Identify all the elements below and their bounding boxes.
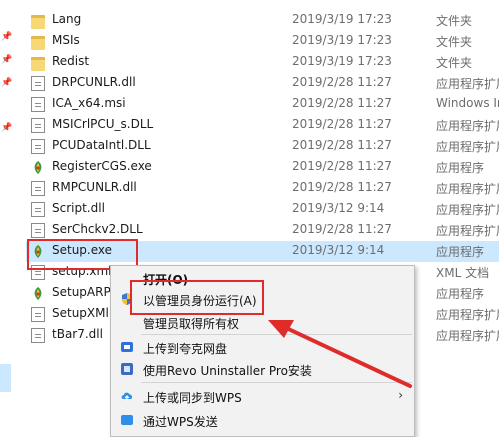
file-type: 应用程序扩展 xyxy=(436,308,499,322)
dll-file-icon xyxy=(31,76,45,91)
file-name: SetupARP xyxy=(52,285,111,299)
nav-selected-item[interactable] xyxy=(0,364,11,392)
file-name: MSICrlPCU_s.DLL xyxy=(52,117,154,131)
file-date: 2019/2/28 11:27 xyxy=(292,138,392,152)
file-name: PCUDataIntl.DLL xyxy=(52,138,151,152)
file-type: 应用程序扩展 xyxy=(436,329,499,343)
file-type: Windows In xyxy=(436,96,499,110)
folder-icon xyxy=(31,15,45,29)
file-type: 应用程序扩展 xyxy=(436,119,499,133)
file-name: Redist xyxy=(52,54,90,68)
file-type: 应用程序 xyxy=(436,161,485,175)
pin-icon[interactable]: 📌 xyxy=(1,124,12,133)
file-date: 2019/3/19 17:23 xyxy=(292,54,392,68)
file-type: 文件夹 xyxy=(436,14,473,28)
folder-icon xyxy=(31,57,45,71)
file-name: ICA_x64.msi xyxy=(52,96,126,110)
dll-file-icon xyxy=(31,223,45,238)
file-name: RegisterCGS.exe xyxy=(52,159,152,173)
revo-uninstaller-icon xyxy=(120,362,134,376)
file-type: 文件夹 xyxy=(436,35,473,49)
file-row[interactable]: PCUDataIntl.DLL 2019/2/28 11:27 应用程序扩展 xyxy=(26,136,499,157)
app-exe-icon xyxy=(31,160,45,175)
cloud-drive-icon xyxy=(120,340,134,354)
file-row[interactable]: RMPCUNLR.dll 2019/2/28 11:27 应用程序扩展 xyxy=(26,178,499,199)
file-name: SerChckv2.DLL xyxy=(52,222,143,236)
file-type: 应用程序扩展 xyxy=(436,77,499,91)
file-row[interactable]: MSICrlPCU_s.DLL 2019/2/28 11:27 应用程序扩展 xyxy=(26,115,499,136)
app-exe-icon xyxy=(31,286,45,301)
pin-icon[interactable]: 📌 xyxy=(1,79,12,88)
file-date: 2019/2/28 11:27 xyxy=(292,222,392,236)
dll-file-icon xyxy=(31,139,45,154)
file-name: Script.dll xyxy=(52,201,105,215)
file-date: 2019/2/28 11:27 xyxy=(292,180,392,194)
file-name: RMPCUNLR.dll xyxy=(52,180,137,194)
navigation-pane-edge: 📌 📌 📌 📌 xyxy=(0,0,12,422)
file-row[interactable]: Lang 2019/3/19 17:23 文件夹 xyxy=(26,10,499,31)
file-name: Lang xyxy=(52,12,82,26)
file-date: 2019/3/12 9:14 xyxy=(292,201,385,215)
dll-file-icon xyxy=(31,181,45,196)
file-row[interactable]: SerChckv2.DLL 2019/2/28 11:27 应用程序扩展 xyxy=(26,220,499,241)
file-type: 应用程序 xyxy=(436,245,485,259)
file-type: 应用程序 xyxy=(436,287,485,301)
dll-file-icon xyxy=(31,202,45,217)
wps-cloud-icon xyxy=(120,389,134,403)
file-row[interactable]: MSIs 2019/3/19 17:23 文件夹 xyxy=(26,31,499,52)
file-name: SetupXMl xyxy=(52,306,109,320)
file-row[interactable]: DRPCUNLR.dll 2019/2/28 11:27 应用程序扩展 xyxy=(26,73,499,94)
file-row[interactable]: ICA_x64.msi 2019/2/28 11:27 Windows In xyxy=(26,94,499,115)
file-type: 应用程序扩展 xyxy=(436,182,499,196)
file-date: 2019/2/28 11:27 xyxy=(292,96,392,110)
file-row[interactable]: Script.dll 2019/3/12 9:14 应用程序扩展 xyxy=(26,199,499,220)
file-row[interactable]: RegisterCGS.exe 2019/2/28 11:27 应用程序 xyxy=(26,157,499,178)
file-type: 应用程序扩展 xyxy=(436,203,499,217)
wps-send-icon xyxy=(120,413,134,427)
file-type: 应用程序扩展 xyxy=(436,140,499,154)
pin-icon[interactable]: 📌 xyxy=(1,33,12,42)
file-type: 文件夹 xyxy=(436,56,473,70)
dll-file-icon xyxy=(31,118,45,133)
msi-file-icon xyxy=(31,97,45,112)
file-date: 2019/2/28 11:27 xyxy=(292,159,392,173)
file-row[interactable]: Redist 2019/3/19 17:23 文件夹 xyxy=(26,52,499,73)
file-date: 2019/2/28 11:27 xyxy=(292,75,392,89)
menu-item-label: 上传或同步到WPS xyxy=(143,391,242,405)
file-type: XML 文档 xyxy=(436,266,490,280)
menu-item-label: 管理员取得所有权 xyxy=(143,317,240,331)
file-name: tBar7.dll xyxy=(52,327,103,341)
file-name: MSIs xyxy=(52,33,80,47)
file-date: 2019/3/12 9:14 xyxy=(292,243,385,257)
folder-icon xyxy=(31,36,45,50)
file-date: 2019/2/28 11:27 xyxy=(292,117,392,131)
pin-icon[interactable]: 📌 xyxy=(1,56,12,65)
file-type: 应用程序扩展 xyxy=(436,224,499,238)
file-date: 2019/3/19 17:23 xyxy=(292,33,392,47)
dll-file-icon xyxy=(31,328,45,343)
menu-item-label: 上传到夸克网盘 xyxy=(143,342,228,356)
highlight-box-run-as-admin xyxy=(130,280,264,315)
menu-item-send-wps[interactable]: 通过WPS发送 xyxy=(112,409,413,431)
file-date: 2019/3/19 17:23 xyxy=(292,12,392,26)
dll-file-icon xyxy=(31,307,45,322)
annotation-arrow xyxy=(268,320,412,388)
file-name: DRPCUNLR.dll xyxy=(52,75,136,89)
